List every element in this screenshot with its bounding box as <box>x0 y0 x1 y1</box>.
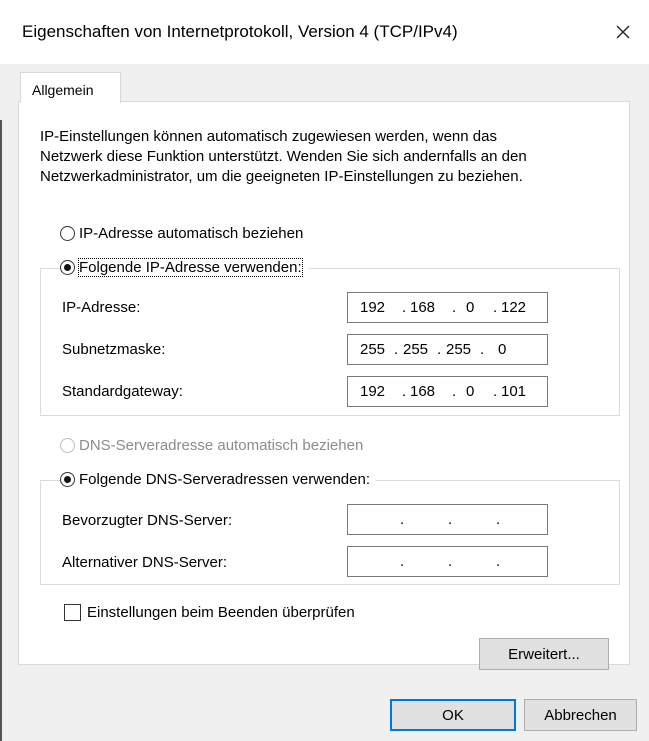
ip-address-label: IP-Adresse: <box>62 299 141 316</box>
radio-button-selected[interactable] <box>60 260 75 275</box>
checkbox[interactable] <box>64 604 81 621</box>
radio-button-disabled <box>60 438 75 453</box>
window-edge <box>0 120 2 741</box>
radio-dns-auto-label: DNS-Serveradresse automatisch beziehen <box>79 437 364 454</box>
radio-ip-auto-label: IP-Adresse automatisch beziehen <box>79 225 304 242</box>
radio-dns-auto[interactable]: DNS-Serveradresse automatisch beziehen <box>60 437 370 454</box>
default-gateway-field[interactable]: 192 . 168 . 0 . 101 <box>347 376 548 407</box>
intro-line: IP-Einstellungen können automatisch zuge… <box>40 128 497 145</box>
alternate-dns-label: Alternativer DNS-Server: <box>62 554 228 571</box>
dialog-window: Eigenschaften von Internetprotokoll, Ver… <box>0 0 649 741</box>
preferred-dns-field[interactable]: . . . <box>347 504 548 535</box>
radio-button-selected[interactable] <box>60 472 75 487</box>
preferred-dns-label: Bevorzugter DNS-Server: <box>62 512 233 529</box>
alternate-dns-field[interactable]: . . . <box>347 546 548 577</box>
title-bar: Eigenschaften von Internetprotokoll, Ver… <box>0 0 649 64</box>
cancel-button[interactable]: Abbrechen <box>524 699 637 731</box>
advanced-button[interactable]: Erweitert... <box>479 638 609 670</box>
validate-on-exit-checkbox[interactable]: Einstellungen beim Beenden überprüfen <box>64 604 355 621</box>
intro-text: IP-Einstellungen können automatisch zuge… <box>40 127 620 187</box>
intro-line: Netzwerkadministrator, um die geeigneten… <box>40 168 523 185</box>
intro-line: Netzwerk diese Funktion unterstützt. Wen… <box>40 148 527 165</box>
default-gateway-label: Standardgateway: <box>62 383 183 400</box>
radio-dns-manual-label: Folgende DNS-Serveradressen verwenden: <box>79 471 370 488</box>
close-button[interactable] <box>597 10 649 54</box>
window-title: Eigenschaften von Internetprotokoll, Ver… <box>22 22 458 41</box>
radio-ip-auto[interactable]: IP-Adresse automatisch beziehen <box>60 225 310 242</box>
validate-on-exit-label: Einstellungen beim Beenden überprüfen <box>87 604 355 621</box>
radio-ip-manual[interactable]: Folgende IP-Adresse verwenden: <box>60 258 308 277</box>
radio-button[interactable] <box>60 226 75 241</box>
radio-dns-manual[interactable]: Folgende DNS-Serveradressen verwenden: <box>60 471 376 488</box>
tab-general-label: Allgemein <box>32 82 94 98</box>
ip-address-field[interactable]: 192 . 168 . 0 . 122 <box>347 292 548 323</box>
radio-ip-manual-label: Folgende IP-Adresse verwenden: <box>78 258 303 277</box>
subnet-mask-label: Subnetzmaske: <box>62 341 166 358</box>
ok-button[interactable]: OK <box>390 699 516 731</box>
subnet-mask-field[interactable]: 255 . 255 . 255 . 0 <box>347 334 548 365</box>
tab-general[interactable]: Allgemein <box>20 72 121 103</box>
close-icon <box>616 25 630 39</box>
